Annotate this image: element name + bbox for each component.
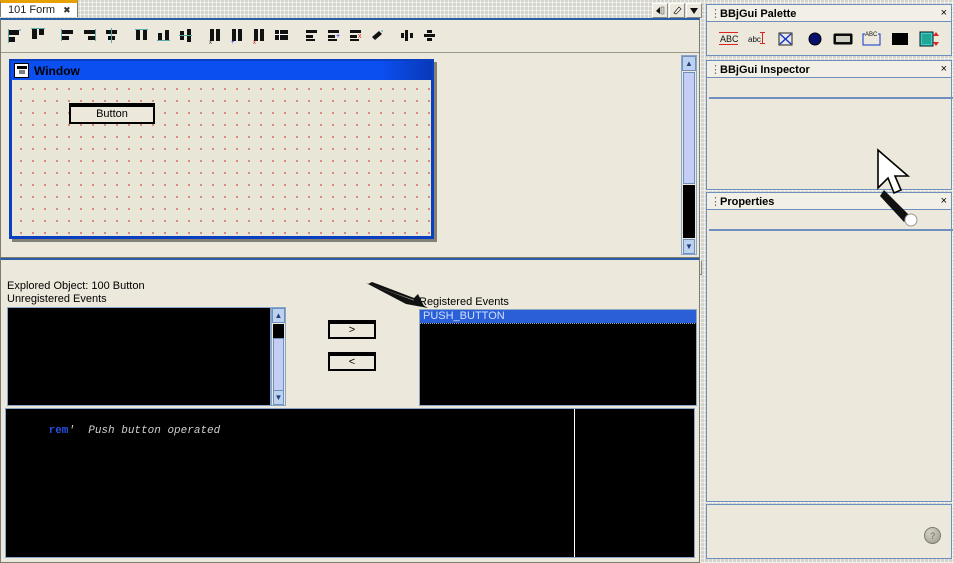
move-left-button[interactable]: < — [328, 352, 376, 371]
align-bottoms-icon[interactable] — [155, 27, 173, 45]
design-button-control[interactable]: Button — [69, 103, 155, 124]
svg-text:ABC: ABC — [865, 32, 878, 38]
unregistered-events-scrollbar[interactable]: ▲ ▼ — [271, 307, 286, 406]
tab-101-form[interactable]: 101 Form ✖ — [0, 0, 78, 17]
properties-titlebar[interactable]: ⋮Properties × — [707, 193, 951, 210]
scroll-thumb[interactable] — [273, 338, 284, 393]
form-tabstrip: 101 Form ✖ — [0, 0, 78, 18]
svg-text:ABC: ABC — [720, 34, 739, 44]
svg-text:+: + — [231, 40, 235, 45]
design-surface[interactable]: Window Button ▲ ▼ — [1, 53, 699, 257]
form-window-buttons — [652, 3, 702, 18]
push-button-icon[interactable] — [832, 29, 854, 49]
code-text-area[interactable]: rem' Push button operated — [5, 408, 695, 558]
move-right-button-label: > — [348, 323, 356, 336]
properties-panel: ⋮Properties × <No Properties> — [706, 192, 953, 502]
inspector-tree-view[interactable]: PUSH_BUTTON — [709, 97, 953, 99]
make-same-width-icon[interactable]: x — [207, 27, 225, 45]
designer-vertical-scrollbar[interactable]: ▲ ▼ — [681, 55, 697, 255]
layout-toolbar: x + x + x — [1, 20, 699, 53]
palette-titlebar[interactable]: ⋮BBjGui Palette × — [707, 5, 951, 22]
palette-body: ABC abc ABC — [709, 24, 949, 53]
code-line: rem' Push button operated — [9, 413, 221, 449]
tab-101-form-close-icon[interactable]: ✖ — [63, 5, 71, 16]
move-right-button[interactable]: > — [328, 320, 376, 339]
unregistered-events-label: Unregistered Events — [7, 293, 107, 305]
explored-object-label: Explored Object: 100 Button — [7, 280, 145, 292]
make-same-size-icon[interactable]: x — [251, 27, 269, 45]
align-middles-icon[interactable] — [177, 27, 195, 45]
align-left-edges-icon[interactable] — [59, 27, 77, 45]
increase-spacing-icon[interactable]: x — [347, 27, 365, 45]
center-in-window-vertical-icon[interactable] — [421, 27, 439, 45]
move-left-button-label: < — [348, 355, 356, 368]
align-top-icon[interactable] — [29, 27, 47, 45]
static-text-icon[interactable]: ABC — [718, 29, 740, 49]
svg-text:abc: abc — [748, 35, 761, 44]
space-horizontally-icon[interactable] — [303, 27, 321, 45]
registered-events-list[interactable]: PUSH_BUTTON — [419, 309, 697, 406]
code-comment: ' Push button operated — [68, 425, 221, 437]
properties-title: Properties — [720, 195, 775, 208]
scroll-up-arrow-icon[interactable]: ▲ — [682, 56, 696, 71]
scroll-down-arrow-icon[interactable]: ▼ — [273, 390, 284, 405]
scroll-down-arrow-icon[interactable]: ▼ — [683, 239, 695, 254]
unregistered-events-list[interactable] — [7, 307, 271, 406]
tab-101-form-label: 101 Form — [8, 4, 56, 16]
list-item[interactable]: PUSH_BUTTON — [419, 309, 697, 324]
code-keyword: rem — [48, 425, 69, 437]
edit-field-icon[interactable]: abc — [747, 29, 769, 49]
svg-text:x: x — [358, 33, 362, 40]
status-strip: ? — [706, 504, 952, 559]
design-window-titlebar[interactable]: Window — [11, 61, 432, 80]
close-icon[interactable]: × — [941, 7, 947, 19]
align-center-horizontal-icon[interactable] — [103, 27, 121, 45]
design-window[interactable]: Window Button — [9, 59, 434, 239]
panel-grip-icon[interactable]: ⋮ — [710, 196, 721, 208]
help-button[interactable]: ? — [924, 527, 941, 544]
align-tops-icon[interactable] — [133, 27, 151, 45]
image-control-icon[interactable] — [889, 29, 911, 49]
code-area-divider — [574, 409, 575, 557]
bbjgui-inspector-panel: ⋮BBjGui Inspector × — [706, 60, 953, 190]
form-designer-window: x + x + x Window Button ▲ ▼ — [0, 18, 700, 258]
code-editor-window: Explored Object: 100 Button Unregistered… — [0, 258, 700, 563]
close-icon[interactable] — [686, 3, 702, 18]
scroll-track[interactable] — [683, 185, 695, 238]
design-button-label: Button — [96, 107, 128, 120]
inspector-title: BBjGui Inspector — [720, 63, 810, 76]
registered-events-label: Registered Events — [419, 296, 509, 308]
svg-text:x: x — [209, 40, 212, 45]
inspector-titlebar[interactable]: ⋮BBjGui Inspector × — [707, 61, 951, 78]
remove-spacing-icon[interactable] — [369, 27, 387, 45]
scroll-thumb[interactable] — [683, 72, 695, 184]
size-to-grid-icon[interactable] — [273, 27, 291, 45]
make-same-height-icon[interactable]: + — [229, 27, 247, 45]
properties-list[interactable]: <No Properties> — [709, 229, 953, 231]
design-canvas[interactable]: Button — [11, 80, 432, 237]
align-left-icon[interactable] — [7, 27, 25, 45]
checkbox-icon[interactable] — [775, 29, 797, 49]
close-icon[interactable]: × — [941, 195, 947, 207]
list-spinner-icon[interactable] — [918, 29, 940, 49]
align-right-edges-icon[interactable] — [81, 27, 99, 45]
scroll-up-arrow-icon[interactable]: ▲ — [272, 308, 285, 323]
palette-title: BBjGui Palette — [720, 7, 797, 20]
window-icon — [14, 63, 29, 78]
maximize-icon[interactable] — [669, 3, 685, 18]
scroll-track[interactable] — [273, 324, 284, 338]
svg-text:+: + — [336, 33, 340, 40]
panel-grip-icon[interactable]: ⋮ — [710, 8, 721, 20]
design-window-title: Window — [34, 63, 80, 78]
close-icon[interactable]: × — [941, 63, 947, 75]
space-vertically-icon[interactable]: + — [325, 27, 343, 45]
svg-text:x: x — [253, 40, 256, 45]
radio-button-icon[interactable] — [804, 29, 826, 49]
panel-grip-icon[interactable]: ⋮ — [710, 64, 721, 76]
group-box-icon[interactable]: ABC — [861, 29, 883, 49]
restore-icon[interactable] — [652, 3, 668, 18]
bbjgui-palette-panel: ⋮BBjGui Palette × ABC abc ABC — [706, 4, 952, 56]
center-in-window-horizontal-icon[interactable] — [399, 27, 417, 45]
